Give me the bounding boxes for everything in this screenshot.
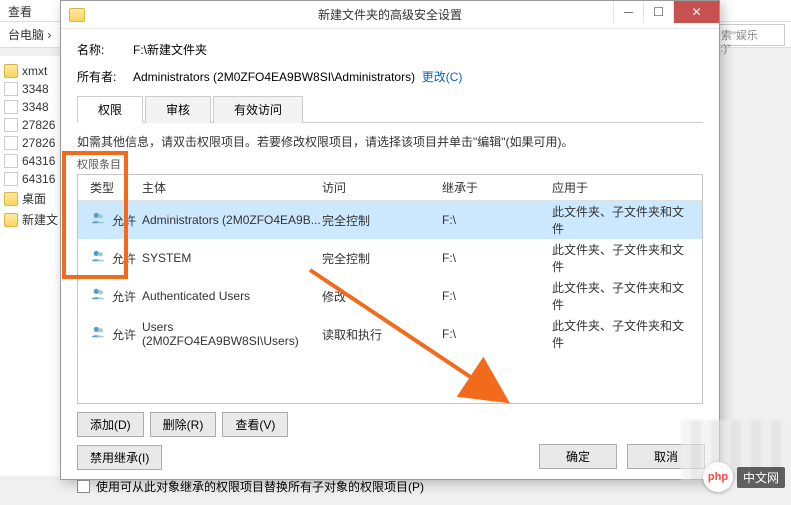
folder-icon [4,192,18,206]
row-inherit: F:\ [442,251,552,265]
row-inherit: F:\ [442,213,552,227]
row-inherit: F:\ [442,289,552,303]
sidebar-item-label: xmxt [22,64,47,78]
permission-row[interactable]: 允许 Administrators (2M0ZFO4EA9B... 完全控制 F… [78,201,702,239]
breadcrumb-text: 台电脑 › [8,28,51,42]
folder-icon [4,213,18,227]
row-principal: Users (2M0ZFO4EA9BW8SI\Users) [142,320,322,348]
tab-permissions[interactable]: 权限 [77,96,143,123]
user-icon [90,287,106,301]
sidebar-item[interactable]: 64316 [2,152,58,170]
sidebar-item[interactable]: 3348 [2,80,58,98]
watermark-text: 中文网 [737,467,785,488]
row-access: 完全控制 [322,212,442,229]
sidebar-item[interactable]: xmxt [2,62,58,80]
row-access: 修改 [322,288,442,305]
watermark: php 中文网 [703,462,785,492]
entries-label: 权限条目 [77,156,703,172]
row-type: 允许 [112,290,136,304]
sidebar-item[interactable]: 新建文 [2,209,58,230]
change-owner-link[interactable]: 更改(C) [422,68,463,85]
sidebar-item-label: 27826 [22,136,55,150]
sidebar-item[interactable]: 64316 [2,170,58,188]
remove-button[interactable]: 删除(R) [150,412,217,437]
row-principal: SYSTEM [142,251,322,265]
view-button[interactable]: 查看(V) [222,412,288,437]
ok-button[interactable]: 确定 [539,444,617,469]
sidebar-item-label: 3348 [22,100,49,114]
file-icon [4,154,18,168]
row-apply: 此文件夹、子文件夹和文件 [552,279,694,313]
watermark-logo: php [703,462,733,492]
titlebar[interactable]: 新建文件夹的高级安全设置 ─ ☐ ✕ [61,1,719,29]
header-access[interactable]: 访问 [322,179,442,196]
user-icon [90,211,106,225]
advanced-security-dialog: 新建文件夹的高级安全设置 ─ ☐ ✕ 名称: F:\新建文件夹 所有者: Adm… [60,0,720,480]
row-apply: 此文件夹、子文件夹和文件 [552,203,694,237]
header-inherit[interactable]: 继承于 [442,179,552,196]
sidebar-item[interactable]: 3348 [2,98,58,116]
owner-value: Administrators (2M0ZFO4EA9BW8SI\Administ… [133,70,415,84]
row-inherit: F:\ [442,327,552,341]
permission-row[interactable]: 允许 SYSTEM 完全控制 F:\ 此文件夹、子文件夹和文件 [78,239,702,277]
folder-icon [4,64,18,78]
permission-row[interactable]: 允许 Authenticated Users 修改 F:\ 此文件夹、子文件夹和… [78,277,702,315]
name-label: 名称: [77,41,133,58]
sidebar-item-label: 3348 [22,82,49,96]
user-icon [90,249,106,263]
sidebar-item-label: 桌面 [22,190,46,207]
header-principal[interactable]: 主体 [142,179,322,196]
permission-list: 类型 主体 访问 继承于 应用于 允许 Administrators (2M0Z… [77,174,703,404]
file-icon [4,118,18,132]
file-icon [4,100,18,114]
file-icon [4,136,18,150]
user-icon [90,325,106,339]
row-type: 允许 [112,214,136,228]
sidebar-item[interactable]: 27826 [2,116,58,134]
row-apply: 此文件夹、子文件夹和文件 [552,241,694,275]
name-value: F:\新建文件夹 [133,41,207,58]
header-type[interactable]: 类型 [86,179,142,196]
sidebar-item-label: 27826 [22,118,55,132]
file-icon [4,82,18,96]
row-type: 允许 [112,328,136,342]
dialog-title: 新建文件夹的高级安全设置 [318,6,462,23]
sidebar-item[interactable]: 27826 [2,134,58,152]
row-type: 允许 [112,252,136,266]
tab-strip: 权限 审核 有效访问 [77,95,703,123]
disable-inherit-button[interactable]: 禁用继承(I) [77,445,162,470]
sidebar-item[interactable]: 桌面 [2,188,58,209]
replace-children-label: 使用可从此对象继承的权限项目替换所有子对象的权限项目(P) [96,478,424,495]
explorer-sidebar: xmxt 3348 3348 27826 27826 64316 64316 桌… [0,56,60,476]
permission-row[interactable]: 允许 Users (2M0ZFO4EA9BW8SI\Users) 读取和执行 F… [78,315,702,353]
row-principal: Administrators (2M0ZFO4EA9B... [142,213,322,227]
header-apply[interactable]: 应用于 [552,179,694,196]
minimize-button[interactable]: ─ [613,1,643,23]
sidebar-item-label: 64316 [22,172,55,186]
row-access: 读取和执行 [322,326,442,343]
permission-header: 类型 主体 访问 继承于 应用于 [78,175,702,201]
replace-children-checkbox[interactable] [77,480,90,493]
file-icon [4,172,18,186]
toolbar-view-label[interactable]: 查看 [8,5,32,19]
row-access: 完全控制 [322,250,442,267]
add-button[interactable]: 添加(D) [77,412,144,437]
row-principal: Authenticated Users [142,289,322,303]
info-text: 如需其他信息，请双击权限项目。若要修改权限项目，请选择该项目并单击"编辑"(如果… [77,133,703,150]
maximize-button[interactable]: ☐ [643,1,673,23]
close-button[interactable]: ✕ [673,1,719,23]
tab-effective-access[interactable]: 有效访问 [213,96,303,123]
owner-label: 所有者: [77,68,133,85]
row-apply: 此文件夹、子文件夹和文件 [552,317,694,351]
folder-icon [69,8,85,22]
tab-auditing[interactable]: 审核 [145,96,211,123]
sidebar-item-label: 新建文 [22,211,58,228]
sidebar-item-label: 64316 [22,154,55,168]
